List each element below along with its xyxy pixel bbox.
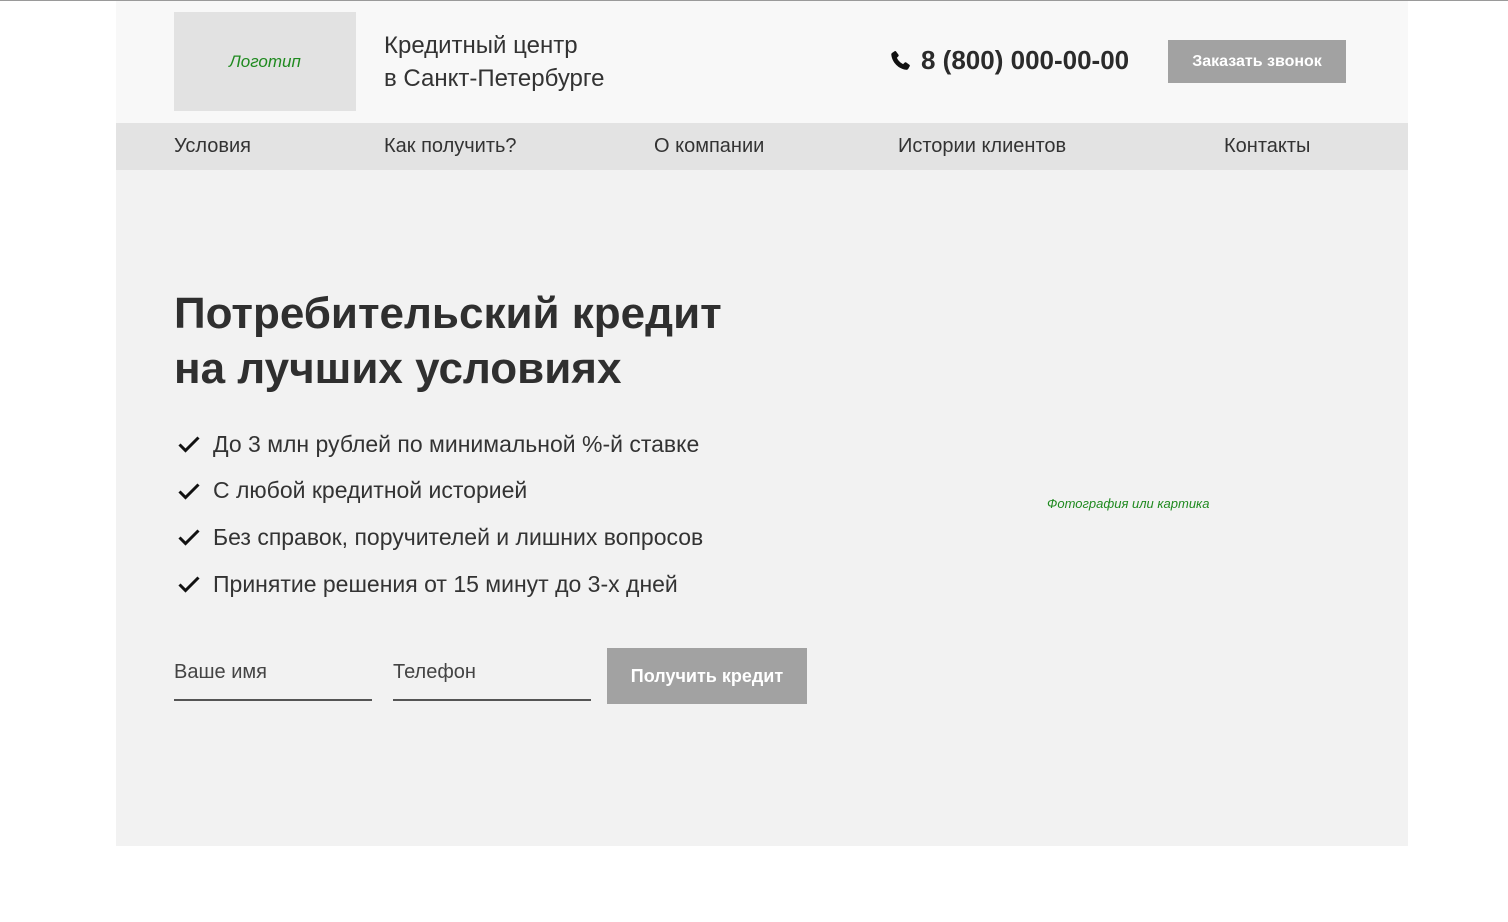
header: Логотип Кредитный центр в Санкт-Петербур…: [116, 1, 1408, 123]
phone-number[interactable]: 8 (800) 000-00-00: [888, 45, 1129, 76]
nav-item-client-stories[interactable]: Истории клиентов: [898, 123, 1066, 170]
phone-input[interactable]: [393, 645, 591, 701]
get-credit-button[interactable]: Получить кредит: [607, 648, 807, 704]
feature-text: С любой кредитной историей: [213, 477, 528, 504]
feature-list: До 3 млн рублей по минимальной %-й ставк…: [178, 421, 703, 607]
check-icon: [178, 528, 200, 547]
company-name-line2: в Санкт-Петербурге: [384, 65, 605, 92]
phone-icon: [888, 49, 912, 73]
check-icon: [178, 482, 200, 500]
logo[interactable]: Логотип: [174, 12, 356, 111]
nav-item-about[interactable]: О компании: [654, 123, 764, 170]
logo-text: Логотип: [229, 51, 301, 71]
check-icon: [178, 575, 200, 593]
feature-item: Принятие решения от 15 минут до 3-х дней: [178, 561, 703, 608]
feature-item: С любой кредитной историей: [178, 468, 703, 515]
phone-text: 8 (800) 000-00-00: [921, 45, 1130, 75]
check-icon: [178, 435, 200, 453]
feature-text: До 3 млн рублей по минимальной %-й ставк…: [213, 430, 700, 457]
nav-item-how-to-get[interactable]: Как получить?: [384, 123, 517, 170]
feature-item: Без справок, поручителей и лишних вопрос…: [178, 514, 703, 561]
site-container: Логотип Кредитный центр в Санкт-Петербур…: [116, 1, 1408, 846]
hero-title-line1: Потребительский кредит: [174, 289, 722, 338]
name-input[interactable]: [174, 645, 372, 701]
order-callback-button[interactable]: Заказать звонок: [1168, 40, 1346, 83]
feature-text: Принятие решения от 15 минут до 3-х дней: [213, 570, 678, 597]
hero-title-line2: на лучших условиях: [174, 344, 622, 393]
nav-item-contacts[interactable]: Контакты: [1224, 123, 1310, 170]
hero-title: Потребительский кредит на лучших условия…: [174, 286, 722, 396]
main-nav: Условия Как получить? О компании Истории…: [116, 123, 1408, 170]
company-name: Кредитный центр в Санкт-Петербурге: [384, 29, 604, 95]
feature-text: Без справок, поручителей и лишних вопрос…: [213, 523, 704, 550]
hero-photo-placeholder: Фотография или картика: [1047, 496, 1210, 511]
company-name-line1: Кредитный центр: [384, 32, 578, 59]
nav-item-conditions[interactable]: Условия: [174, 123, 251, 170]
feature-item: До 3 млн рублей по минимальной %-й ставк…: [178, 421, 703, 468]
